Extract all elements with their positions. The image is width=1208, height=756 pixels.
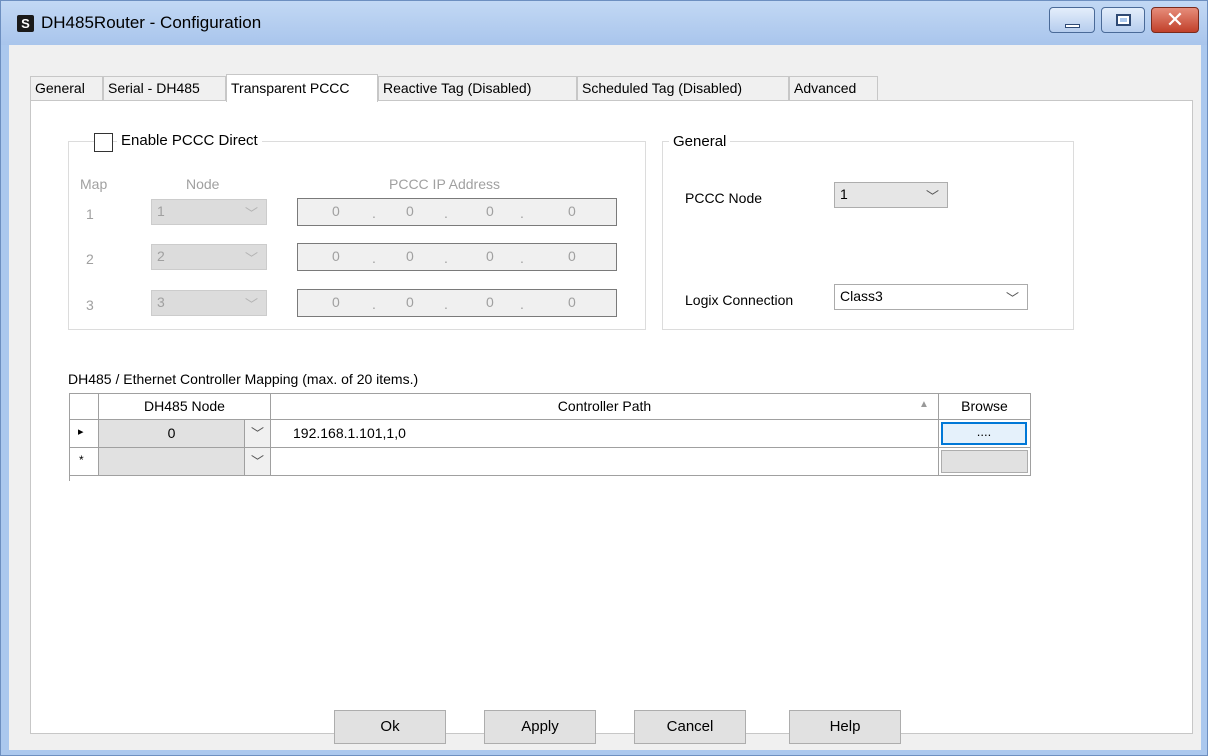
ip-octet: 0 [332,203,340,219]
enable-pccc-direct-label: Enable PCCC Direct [117,132,262,149]
app-icon: S [17,15,34,32]
tab-general[interactable]: General [30,76,103,101]
pccc-ip-field-3[interactable]: 0 . 0 . 0 . 0 [297,289,617,317]
current-row-icon: ▸ [78,426,84,438]
title-bar[interactable]: S DH485Router - Configuration ✕ [1,1,1207,45]
pccc-ip-field-1[interactable]: 0 . 0 . 0 . 0 [297,198,617,226]
config-window: S DH485Router - Configuration ✕ General … [0,0,1208,756]
ok-button[interactable]: Ok [334,710,446,744]
ip-octet: 0 [332,248,340,264]
ip-octet: 0 [568,203,576,219]
row-indicator[interactable]: ▸ [70,420,99,448]
node-header: Node [186,176,220,192]
tab-advanced[interactable]: Advanced [789,76,878,101]
ip-octet: 0 [568,248,576,264]
tab-scheduled-tag[interactable]: Scheduled Tag (Disabled) [577,76,789,101]
chevron-down-icon: ﹀ [244,297,258,312]
node-select-2-value: 2 [157,248,165,264]
ip-dot: . [520,296,524,312]
row-indicator[interactable]: * [70,448,99,476]
apply-button[interactable]: Apply [484,710,596,744]
logix-connection-select[interactable]: Class3 ﹀ [834,284,1028,310]
pccc-node-value: 1 [840,186,848,202]
dh485-node-select-row-2[interactable]: ﹀ [99,448,271,476]
minimize-icon [1065,24,1080,28]
dialog-client: General Serial - DH485 Transparent PCCC … [9,45,1201,750]
general-group-title: General [669,133,731,150]
node-select-2[interactable]: 2 ﹀ [151,244,267,270]
pccc-ip-header: PCCC IP Address [389,176,501,192]
close-icon: ✕ [1165,7,1185,32]
column-header-browse-label: Browse [961,398,1008,414]
tab-serial-dh485[interactable]: Serial - DH485 [103,76,226,101]
cancel-button[interactable]: Cancel [634,710,746,744]
map-header: Map [80,176,108,192]
transparent-pccc-page: Enable PCCC Direct Map Node PCCC IP Addr… [30,100,1193,734]
controller-path-cell-row-1[interactable]: 192.168.1.101,1,0 [271,420,939,448]
enable-pccc-direct-checkbox[interactable] [94,133,113,152]
map-row-3: 3 [86,297,94,313]
browse-button-row-1[interactable]: .... [941,422,1027,445]
close-button[interactable]: ✕ [1151,7,1199,33]
logix-connection-value: Class3 [840,288,883,304]
sort-ascending-icon: ▲ [919,399,929,410]
logix-connection-label: Logix Connection [685,292,794,308]
ip-dot: . [444,250,448,266]
browse-cell-row-1: .... [939,420,1031,448]
browse-cell-row-2 [939,448,1031,476]
window-title: DH485Router - Configuration [41,13,262,32]
mapping-caption: DH485 / Ethernet Controller Mapping (max… [68,371,419,387]
mapping-grid: DH485 Node Controller Path ▲ Browse ▸ 0 … [69,393,1031,481]
ip-dot: . [372,205,376,221]
ip-octet: 0 [486,294,494,310]
column-header-dh485-node[interactable]: DH485 Node [99,394,271,420]
node-select-3-value: 3 [157,294,165,310]
ip-octet: 0 [406,203,414,219]
ip-octet: 0 [406,294,414,310]
tab-reactive-tag[interactable]: Reactive Tag (Disabled) [378,76,577,101]
grid-corner-header [70,394,99,420]
controller-path-value: 192.168.1.101,1,0 [293,425,406,441]
ip-dot: . [372,296,376,312]
ip-dot: . [444,296,448,312]
ip-dot: . [372,250,376,266]
chevron-down-icon: ﹀ [1005,291,1019,306]
map-row-2: 2 [86,251,94,267]
pccc-ip-field-2[interactable]: 0 . 0 . 0 . 0 [297,243,617,271]
browse-button-row-2[interactable] [941,450,1028,473]
node-select-3[interactable]: 3 ﹀ [151,290,267,316]
column-header-controller-path-label: Controller Path [557,398,652,414]
dh485-node-value: 0 [167,425,176,441]
ip-dot: . [444,205,448,221]
chevron-down-icon: ﹀ [925,189,939,204]
new-row-icon: * [79,453,84,467]
ip-dot: . [520,205,524,221]
minimize-button[interactable] [1049,7,1095,33]
controller-path-cell-row-2[interactable] [271,448,939,476]
pccc-node-select[interactable]: 1 ﹀ [834,182,948,208]
chevron-down-icon: ﹀ [244,420,270,447]
chevron-down-icon: ﹀ [244,251,258,266]
node-select-1[interactable]: 1 ﹀ [151,199,267,225]
chevron-down-icon: ﹀ [244,206,258,221]
node-select-1-value: 1 [157,203,165,219]
column-header-dh485-node-label: DH485 Node [144,398,225,414]
chevron-down-icon: ﹀ [244,448,270,475]
maximize-icon [1116,14,1131,26]
dh485-node-select-row-1[interactable]: 0 ﹀ [99,420,271,448]
ip-octet: 0 [486,203,494,219]
maximize-button[interactable] [1101,7,1145,33]
ip-octet: 0 [486,248,494,264]
ip-dot: . [520,250,524,266]
map-row-1: 1 [86,206,94,222]
column-header-browse[interactable]: Browse [939,394,1031,420]
ip-octet: 0 [568,294,576,310]
tab-transparent-pccc[interactable]: Transparent PCCC [226,74,378,102]
ip-octet: 0 [406,248,414,264]
ip-octet: 0 [332,294,340,310]
help-button[interactable]: Help [789,710,901,744]
pccc-node-label: PCCC Node [685,190,763,206]
column-header-controller-path[interactable]: Controller Path ▲ [271,394,939,420]
